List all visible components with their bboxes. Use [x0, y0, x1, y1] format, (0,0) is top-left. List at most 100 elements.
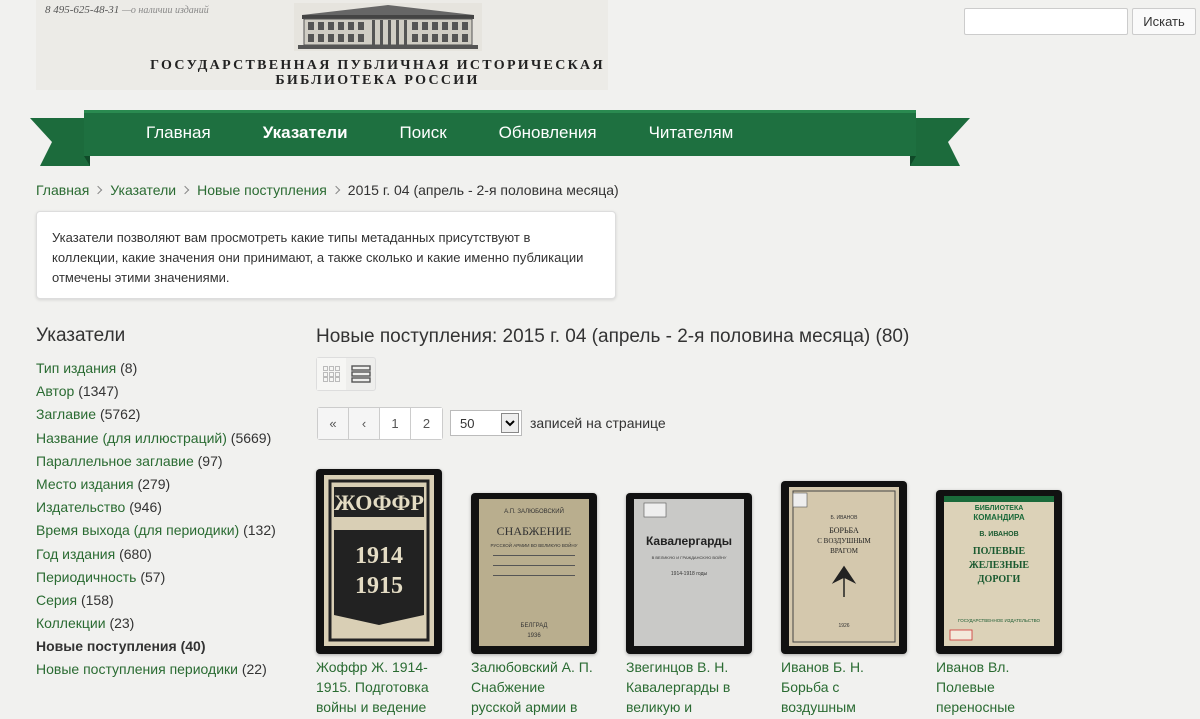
book-title-link[interactable]: Звегинцов В. Н. Кавалергарды в великую и	[626, 657, 754, 717]
book-cover[interactable]: ЖОФФР 1914 1915	[316, 469, 442, 654]
cover-text: БЕЛГРАД	[521, 623, 548, 629]
cover-text: С ВОЗДУШНЫМ	[817, 537, 871, 545]
sidebar-item: Заглавие (5762)	[36, 406, 276, 429]
sidebar-item-count: (5762)	[99, 406, 141, 423]
book-cover[interactable]: Кавалергарды В ВЕЛИКУЮ И ГРАЖДАНСКУЮ ВОЙ…	[626, 493, 752, 654]
sidebar-item-link[interactable]: Серия	[36, 592, 77, 608]
pager-first[interactable]: «	[318, 408, 349, 439]
sidebar-item-link[interactable]: Автор	[36, 383, 74, 399]
nav-readers[interactable]: Читателям	[623, 123, 760, 143]
grid-icon	[322, 366, 340, 382]
sidebar-item-count: (5669)	[230, 429, 272, 446]
book-title-link[interactable]: Жоффр Ж. 1914-1915. Подготовка войны и в…	[316, 657, 444, 717]
sidebar-item-active: Новые поступления (40)	[36, 638, 276, 661]
sidebar-item: Автор (1347)	[36, 383, 276, 406]
search-input[interactable]	[964, 8, 1128, 35]
grid-view-button[interactable]	[317, 358, 346, 390]
per-page-select[interactable]: 50	[450, 410, 522, 436]
sidebar-item-link[interactable]: Издательство	[36, 499, 125, 515]
per-page-value: 50	[460, 415, 475, 431]
cover-text: 1926	[838, 623, 849, 629]
sidebar-item-link[interactable]: Год издания	[36, 546, 115, 562]
cover-text: РУССКОЙ АРМИИ ВО ВЕЛИКУЮ ВОЙНУ	[490, 541, 577, 548]
pager-page-2[interactable]: 2	[411, 408, 442, 439]
sidebar-item-link[interactable]: Периодичность	[36, 569, 136, 585]
sidebar-item: Новые поступления периодики (22)	[36, 661, 276, 684]
breadcrumb-current: 2015 г. 04 (апрель - 2-я половина месяца…	[347, 182, 619, 198]
sidebar-item: Издательство (946)	[36, 499, 276, 522]
nav-updates[interactable]: Обновления	[473, 123, 623, 143]
sidebar-item-count: (97)	[197, 452, 223, 469]
sidebar-item-link[interactable]: Заглавие	[36, 406, 96, 422]
library-building-logo	[294, 3, 482, 51]
sidebar-list: Тип издания (8) Автор (1347) Заглавие (5…	[36, 360, 276, 685]
view-toggle	[316, 357, 376, 391]
book-cover[interactable]: Б. ИВАНОВ БОРЬБА С ВОЗДУШНЫМ ВРАГОМ 1926	[781, 481, 907, 654]
list-view-button[interactable]	[346, 358, 375, 390]
cover-text: А.П. ЗАЛЮБОВСКИЙ	[504, 507, 564, 515]
sidebar-item-link[interactable]: Название (для иллюстраций)	[36, 430, 227, 446]
breadcrumb-new-arrivals[interactable]: Новые поступления	[197, 182, 327, 198]
cover-text: Кавалергарды	[646, 534, 732, 548]
list-icon	[350, 365, 371, 383]
book-title-link[interactable]: Залюбовский А. П. Снабжение русской арми…	[471, 657, 599, 719]
nav-indexes[interactable]: Указатели	[237, 123, 374, 143]
chevron-down-icon	[501, 413, 519, 433]
sidebar-item: Место издания (279)	[36, 476, 276, 499]
nav-search[interactable]: Поиск	[374, 123, 473, 143]
cover-text: ЖЕЛЕЗНЫЕ	[969, 560, 1030, 571]
sidebar-item-link[interactable]: Новые поступления периодики	[36, 661, 238, 677]
sidebar-item-link[interactable]: Время выхода (для периодики)	[36, 522, 239, 538]
phone-number: 8 495-625-48-31	[45, 4, 120, 16]
sidebar-item-count: (8)	[120, 360, 138, 376]
pager-prev[interactable]: ‹	[349, 408, 380, 439]
book-cover[interactable]: А.П. ЗАЛЮБОВСКИЙ СНАБЖЕНИЕ РУССКОЙ АРМИИ…	[471, 493, 597, 654]
chevron-right-icon	[180, 185, 190, 195]
search-button[interactable]: Искать	[1132, 8, 1196, 35]
nav-home[interactable]: Главная	[84, 123, 237, 143]
chevron-right-icon	[94, 185, 103, 195]
sidebar-item-link[interactable]: Коллекции	[36, 615, 106, 631]
sidebar-item-count: (279)	[137, 475, 171, 492]
cover-text: ГОСУДАРСТВЕННОЕ ИЗДАТЕЛЬСТВО	[958, 618, 1040, 623]
chevron-right-icon	[331, 185, 341, 195]
cover-text: ДОРОГИ	[978, 574, 1021, 585]
book-title-link[interactable]: Иванов Б. Н. Борьба с воздушным	[781, 657, 909, 717]
sidebar-item: Периодичность (57)	[36, 569, 276, 592]
sidebar-item-count: (158)	[80, 591, 114, 608]
breadcrumb-home[interactable]: Главная	[36, 182, 89, 198]
breadcrumb: Главная Указатели Новые поступления 2015…	[36, 182, 619, 198]
cover-text: 1915	[355, 573, 403, 599]
sidebar-item: Параллельное заглавие (97)	[36, 453, 276, 476]
sidebar-item: Название (для иллюстраций) (5669)	[36, 430, 276, 453]
sidebar-item: Серия (158)	[36, 592, 276, 615]
sidebar-item-count: (57)	[140, 568, 166, 585]
sidebar-item: Коллекции (23)	[36, 615, 276, 638]
info-box: Указатели позволяют вам просмотреть каки…	[36, 211, 616, 299]
cover-text: БОРЬБА	[829, 526, 859, 535]
sidebar-item-count: (680)	[119, 545, 152, 562]
page-title: Новые поступления: 2015 г. 04 (апрель - …	[316, 326, 910, 347]
book-title-link[interactable]: Иванов Вл. Полевые переносные	[936, 657, 1064, 717]
sidebar-item-link[interactable]: Новые поступления	[36, 638, 177, 654]
pager-page-1[interactable]: 1	[380, 408, 411, 439]
cover-text: ВРАГОМ	[830, 547, 859, 555]
sidebar-item-count: (22)	[241, 661, 267, 678]
sidebar-item-count: (40)	[180, 638, 206, 655]
phone-info: 8 495-625-48-31 —о наличии изданий	[45, 4, 209, 16]
sidebar-item-count: (132)	[243, 522, 276, 539]
cover-text: 1914	[355, 543, 403, 569]
sidebar-item-count: (23)	[109, 615, 135, 632]
cover-text: КОМАНДИРА	[973, 513, 1024, 522]
sidebar-item-link[interactable]: Параллельное заглавие	[36, 453, 194, 469]
main-nav: Главная Указатели Поиск Обновления Читат…	[84, 110, 916, 156]
cover-text: ПОЛЕВЫЕ	[973, 546, 1026, 557]
book-cover[interactable]: БИБЛИОТЕКА КОМАНДИРА В. ИВАНОВ ПОЛЕВЫЕ Ж…	[936, 490, 1062, 654]
cover-text: Б. ИВАНОВ	[831, 515, 859, 521]
cover-text: В ВЕЛИКУЮ И ГРАЖДАНСКУЮ ВОЙНУ	[652, 555, 727, 560]
sidebar-item-link[interactable]: Место издания	[36, 476, 134, 492]
library-title: ГОСУДАРСТВЕННАЯ ПУБЛИЧНАЯ ИСТОРИЧЕСКАЯ Б…	[120, 58, 635, 88]
cover-text: ЖОФФР	[334, 490, 424, 515]
sidebar-item-link[interactable]: Тип издания	[36, 360, 116, 376]
breadcrumb-indexes[interactable]: Указатели	[110, 182, 176, 198]
